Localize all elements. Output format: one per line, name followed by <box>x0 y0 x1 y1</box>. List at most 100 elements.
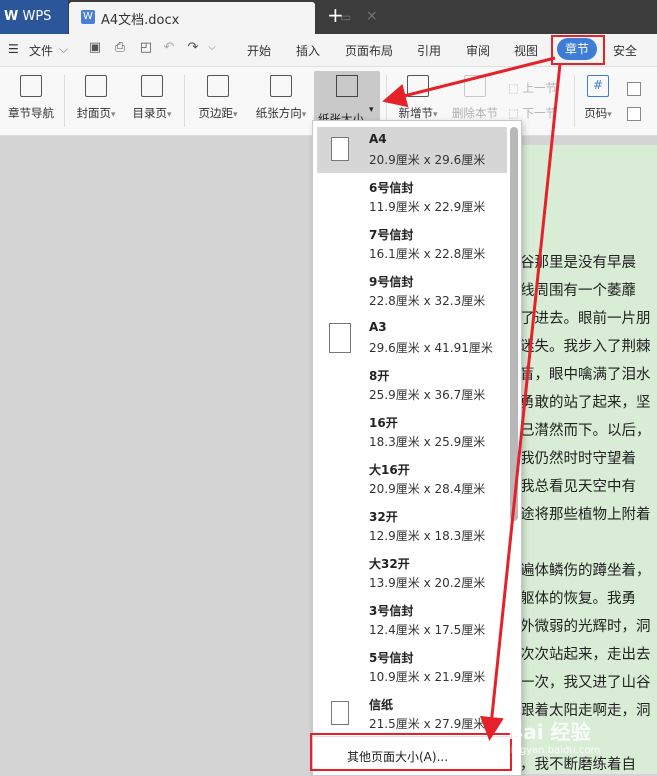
orientation-icon <box>270 75 292 97</box>
paper-width: 10.9厘米 <box>369 670 420 684</box>
doc-line: 我总看见天空中有 <box>520 479 636 495</box>
tab-home[interactable]: 开始 <box>247 42 271 59</box>
paper-width: 22.8厘米 <box>369 294 420 308</box>
paper-option-name: A3 <box>369 320 387 334</box>
wps-home-tab[interactable]: W WPS <box>0 0 68 34</box>
paper-option-large-32k[interactable]: 大32开 13.9厘米 x 20.2厘米 <box>317 550 507 596</box>
toc-page-button[interactable]: 目录页▾ <box>128 71 176 131</box>
times-sign: x <box>423 670 431 684</box>
tab-page-layout[interactable]: 页面布局 <box>345 42 393 59</box>
paper-width: 11.9厘米 <box>369 200 420 214</box>
doc-line: 已潸然而下。以后， <box>520 423 651 439</box>
paper-option-a3[interactable]: A3 29.6厘米 x 41.91厘米 <box>317 315 507 361</box>
paper-height: 17.5厘米 <box>434 623 486 637</box>
times-sign: x <box>423 200 431 214</box>
chapter-nav-label: 章节导航 <box>8 106 54 120</box>
paper-height: 22.9厘米 <box>434 200 486 214</box>
document-tab-title: A4文档.docx <box>101 13 180 28</box>
paper-option-name: 5号信封 <box>369 651 414 665</box>
paper-option-name: A4 <box>369 132 387 146</box>
document-page[interactable]: 谷那里是没有早晨 线周围有一个萎蘼 了进去。眼前一片朋 迷失。我步入了荆棘 盲，… <box>506 145 657 774</box>
hamburger-icon[interactable]: ☰ <box>8 42 19 56</box>
paper-width: 18.3厘米 <box>369 435 420 449</box>
paper-width: 20.9厘米 <box>369 482 420 496</box>
margins-icon <box>207 75 229 97</box>
next-section-button[interactable]: ⬚ 下一节 <box>508 105 557 121</box>
paper-option-envelope-6[interactable]: 6号信封 11.9厘米 x 22.9厘米 <box>317 174 507 220</box>
paper-option-8k[interactable]: 8开 25.9厘米 x 36.7厘米 <box>317 362 507 408</box>
tab-insert[interactable]: 插入 <box>296 42 320 59</box>
other-page-size-highlight <box>310 733 512 771</box>
paper-option-envelope-9[interactable]: 9号信封 22.8厘米 x 32.3厘米 <box>317 268 507 314</box>
times-sign: x <box>423 576 431 590</box>
document-tab[interactable]: W A4文档.docx ▭ × <box>69 2 378 34</box>
new-tab-icon[interactable]: + <box>327 3 344 27</box>
doc-line: 途将那些植物上附着 <box>520 507 651 523</box>
paper-option-32k[interactable]: 32开 12.9厘米 x 18.3厘米 <box>317 503 507 549</box>
paper-width: 16.1厘米 <box>369 247 420 261</box>
next-section-label: 下一节 <box>522 106 558 120</box>
paper-option-16k[interactable]: 16开 18.3厘米 x 25.9厘米 <box>317 409 507 455</box>
paper-height: 41.91厘米 <box>434 341 493 355</box>
page-number-button[interactable]: # 页码▾ <box>580 71 616 131</box>
file-menu[interactable]: 文件 <box>29 42 53 59</box>
orientation-button[interactable]: 纸张方向▾ <box>250 71 312 131</box>
paper-height: 27.9厘米 <box>434 717 486 731</box>
delete-section-icon <box>464 75 486 97</box>
paper-option-envelope-3[interactable]: 3号信封 12.4厘米 x 17.5厘米 <box>317 597 507 643</box>
paper-height: 25.9厘米 <box>434 435 486 449</box>
chevron-down-icon[interactable]: ⌵ <box>59 42 68 57</box>
paper-option-name: 信纸 <box>369 698 394 712</box>
page-icon <box>331 137 349 161</box>
ribbon-checkbox-1[interactable] <box>627 82 641 96</box>
chapter-tab-highlight <box>551 35 605 65</box>
dropdown-scrollbar[interactable] <box>510 127 518 521</box>
page-number-icon: # <box>587 75 609 97</box>
times-sign: x <box>423 294 431 308</box>
cover-page-button[interactable]: 封面页▾ <box>72 71 120 131</box>
times-sign: x <box>423 388 431 402</box>
paper-width: 12.9厘米 <box>369 529 420 543</box>
times-sign: x <box>423 482 431 496</box>
watermark-brand: Bai 经验 <box>508 720 591 744</box>
paper-height: 32.3厘米 <box>434 294 486 308</box>
times-sign: x <box>423 623 431 637</box>
paper-width: 12.4厘米 <box>369 623 420 637</box>
paper-option-envelope-5[interactable]: 5号信封 10.9厘米 x 21.9厘米 <box>317 644 507 690</box>
print-preview-icon[interactable]: ◰ <box>139 41 153 55</box>
tab-references[interactable]: 引用 <box>417 42 441 59</box>
watermark-url: jingyan.baidu.com <box>508 745 601 756</box>
doc-line: 谷那里是没有早晨 <box>520 255 636 271</box>
paper-width: 29.6厘米 <box>369 341 420 355</box>
paper-option-name: 7号信封 <box>369 228 414 242</box>
margins-button[interactable]: 页边距▾ <box>192 71 244 131</box>
quick-access-chevron-icon[interactable]: ⌵ <box>205 41 219 55</box>
orientation-label: 纸张方向 <box>255 106 302 120</box>
paper-option-letter[interactable]: 信纸 21.5厘米 x 27.9厘米 <box>317 691 507 737</box>
tab-security[interactable]: 安全 <box>613 42 637 59</box>
page-icon <box>329 323 351 353</box>
ribbon-checkbox-2[interactable] <box>627 107 641 121</box>
close-tab-icon[interactable]: × <box>366 8 378 24</box>
save-icon[interactable]: ▣ <box>88 41 102 55</box>
new-section-label: 新增节 <box>398 106 433 120</box>
paper-option-name: 3号信封 <box>369 604 414 618</box>
prev-section-button[interactable]: ⬚ 上一节 <box>508 80 557 96</box>
paper-option-envelope-7[interactable]: 7号信封 16.1厘米 x 22.8厘米 <box>317 221 507 267</box>
times-sign: x <box>423 435 431 449</box>
paper-size-dropdown-icon[interactable]: ▾ <box>369 105 374 115</box>
tab-view[interactable]: 视图 <box>514 42 538 59</box>
paper-option-a4[interactable]: A4 20.9厘米 x 29.6厘米 <box>317 127 507 173</box>
chapter-nav-button[interactable]: 章节导航 <box>4 71 58 131</box>
tab-review[interactable]: 审阅 <box>466 42 490 59</box>
doc-line: 次次站起来，走出去 <box>520 647 651 663</box>
toc-page-label: 目录页 <box>132 106 167 120</box>
redo-icon[interactable]: ↷ <box>186 41 200 55</box>
paper-option-large-16k[interactable]: 大16开 20.9厘米 x 28.4厘米 <box>317 456 507 502</box>
undo-icon[interactable]: ↶ <box>162 41 176 55</box>
ribbon-divider <box>574 75 575 127</box>
orientation-dropdown-icon: ▾ <box>301 110 307 120</box>
doc-line: 勇敢的站了起来，坚 <box>520 395 651 411</box>
paper-height: 20.2厘米 <box>434 576 486 590</box>
print-icon[interactable]: ⎙ <box>113 41 127 55</box>
